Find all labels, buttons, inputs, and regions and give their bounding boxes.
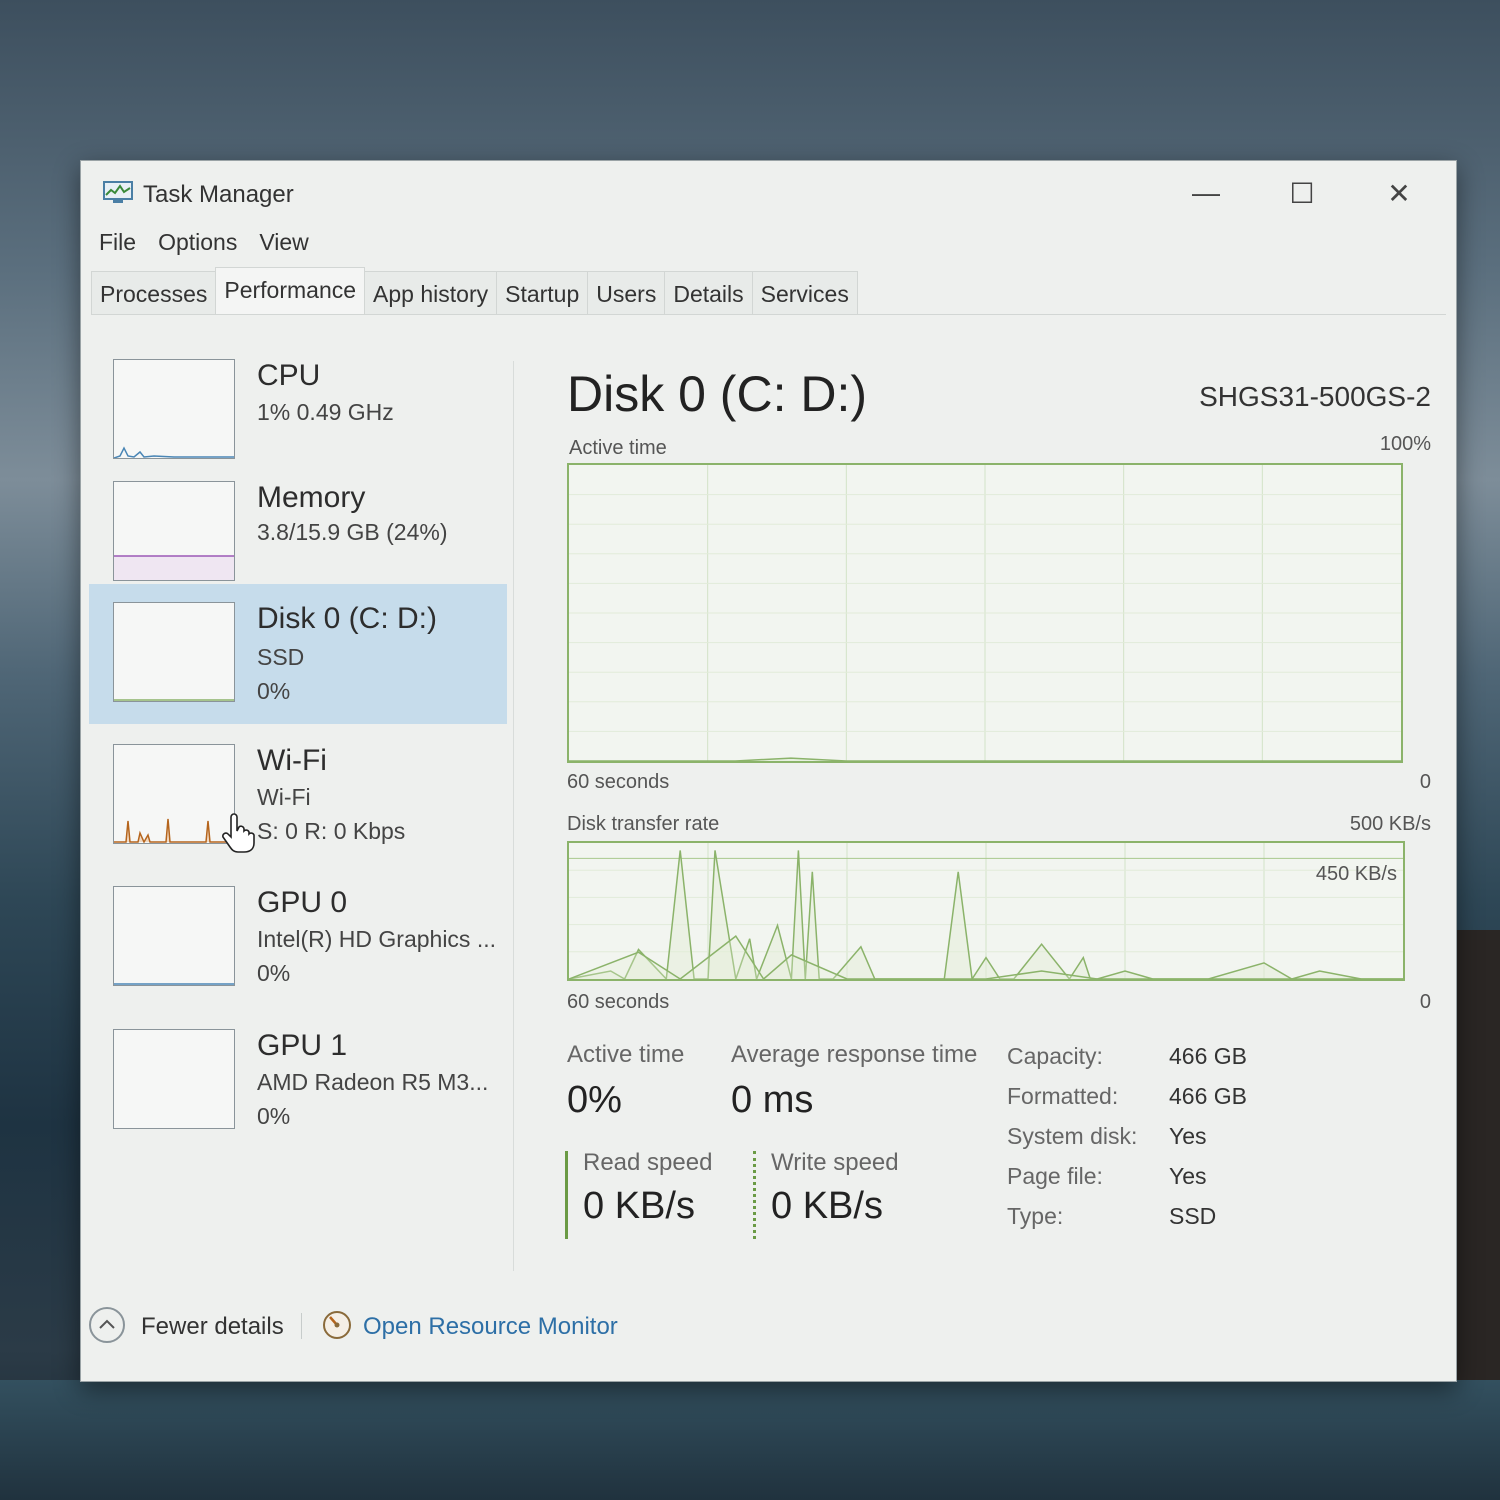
tab-services[interactable]: Services <box>751 271 858 314</box>
sidebar-item-title: Wi-Fi <box>257 744 327 777</box>
task-manager-icon <box>103 181 133 203</box>
gpu0-thumb-graph <box>114 983 234 985</box>
sidebar-item-title: GPU 0 <box>257 886 348 919</box>
sidebar-item-title: GPU 1 <box>257 1029 348 1062</box>
system-disk-value: Yes <box>1169 1123 1207 1149</box>
sidebar-item-detail: Intel(R) HD Graphics ... <box>257 926 496 952</box>
type-value: SSD <box>1169 1203 1217 1229</box>
sidebar-item-memory[interactable]: Memory 3.8/15.9 GB (24%) <box>89 463 507 603</box>
wallpaper-water <box>0 1380 1500 1500</box>
transfer-rate-chart-label: Disk transfer rate <box>567 813 720 835</box>
capacity-value: 466 GB <box>1169 1043 1247 1069</box>
transfer-rate-chart-max: 500 KB/s <box>1349 813 1431 835</box>
chevron-up-icon[interactable] <box>89 1307 125 1343</box>
sidebar-item-detail: 1% 0.49 GHz <box>257 399 394 425</box>
sidebar-divider <box>513 361 514 1271</box>
window-title: Task Manager <box>143 181 294 208</box>
transfer-rate-chart: 450 KB/s <box>567 841 1405 981</box>
write-speed-bar <box>753 1151 756 1239</box>
active-time-stat-value: 0% <box>567 1079 622 1121</box>
footer-separator <box>301 1313 302 1339</box>
sidebar-item-title: Memory <box>257 481 366 514</box>
active-time-chart-label: Active time <box>569 437 667 459</box>
read-speed-value: 0 KB/s <box>583 1185 695 1227</box>
tab-app-history[interactable]: App history <box>364 271 498 314</box>
sidebar-item-disk0[interactable]: Disk 0 (C: D:) SSD 0% <box>89 584 507 724</box>
tab-divider <box>91 314 1446 315</box>
active-time-chart-max: 100% <box>1379 433 1431 455</box>
menu-options[interactable]: Options <box>156 229 249 256</box>
tab-startup[interactable]: Startup <box>496 271 589 314</box>
read-speed-label: Read speed <box>583 1149 713 1176</box>
disk0-thumbnail <box>113 602 235 702</box>
open-resource-monitor-link[interactable]: Open Resource Monitor <box>363 1313 618 1341</box>
close-button[interactable]: ✕ <box>1374 171 1424 215</box>
disk-thumb-graph <box>114 699 234 701</box>
avg-response-label: Average response time <box>731 1041 978 1068</box>
menu-file[interactable]: File <box>97 229 148 256</box>
transfer-rate-inner-label: 450 KB/s <box>1315 863 1397 885</box>
write-speed-label: Write speed <box>771 1149 899 1176</box>
sidebar-item-detail: 3.8/15.9 GB (24%) <box>257 519 448 545</box>
tab-performance[interactable]: Performance <box>215 267 366 315</box>
write-speed-value: 0 KB/s <box>771 1185 883 1227</box>
hand-cursor-icon <box>222 813 255 853</box>
tab-strip: Processes Performance App history Startu… <box>91 267 858 315</box>
resource-sidebar: CPU 1% 0.49 GHz Memory 3.8/15.9 GB (24%)… <box>89 341 509 1271</box>
avg-response-value: 0 ms <box>731 1079 814 1121</box>
cpu-thumb-graph <box>114 446 234 458</box>
disk-model: SHGS31-500GS-2 <box>1199 381 1431 412</box>
page-file-label: Page file: <box>1007 1163 1103 1189</box>
tab-users[interactable]: Users <box>587 271 666 314</box>
cpu-thumbnail <box>113 359 235 459</box>
maximize-button[interactable]: ☐ <box>1277 171 1327 215</box>
disk-title: Disk 0 (C: D:) <box>567 366 867 422</box>
title-bar[interactable]: Task Manager — ☐ ✕ <box>81 161 1456 221</box>
active-time-x-left: 60 seconds <box>567 771 670 793</box>
transfer-rate-x-left: 60 seconds <box>567 991 670 1013</box>
sidebar-item-gpu0[interactable]: GPU 0 Intel(R) HD Graphics ... 0% <box>89 868 507 1008</box>
fewer-details-link[interactable]: Fewer details <box>141 1313 284 1341</box>
task-manager-window: Task Manager — ☐ ✕ File Options View Pro… <box>80 160 1457 1382</box>
active-time-stat-label: Active time <box>567 1041 685 1068</box>
memory-thumb-graph <box>114 555 234 580</box>
formatted-label: Formatted: <box>1007 1083 1119 1109</box>
sidebar-item-usage: S: 0 R: 0 Kbps <box>257 818 406 844</box>
system-disk-label: System disk: <box>1007 1123 1138 1149</box>
wifi-thumb-graph <box>114 818 234 843</box>
disk-detail-panel: Disk 0 (C: D:) SHGS31-500GS-2 Active tim… <box>551 351 1431 1271</box>
sidebar-item-usage: 0% <box>257 960 291 986</box>
page-file-value: Yes <box>1169 1163 1207 1189</box>
sidebar-item-gpu1[interactable]: GPU 1 AMD Radeon R5 M3... 0% <box>89 1011 507 1151</box>
wifi-thumbnail <box>113 744 235 844</box>
sidebar-item-title: Disk 0 (C: D:) <box>257 602 437 635</box>
memory-thumbnail <box>113 481 235 581</box>
tab-processes[interactable]: Processes <box>91 271 217 314</box>
sidebar-item-cpu[interactable]: CPU 1% 0.49 GHz <box>89 341 507 481</box>
footer: Fewer details Open Resource Monitor <box>89 1301 789 1351</box>
active-time-x-right: 0 <box>1419 771 1431 793</box>
active-time-chart <box>567 463 1403 763</box>
resource-monitor-icon[interactable] <box>321 1309 353 1341</box>
transfer-rate-x-right: 0 <box>1419 991 1431 1013</box>
type-label: Type: <box>1007 1203 1064 1229</box>
tab-details[interactable]: Details <box>664 271 753 314</box>
capacity-label: Capacity: <box>1007 1043 1103 1069</box>
sidebar-item-detail: AMD Radeon R5 M3... <box>257 1069 489 1095</box>
gpu0-thumbnail <box>113 886 235 986</box>
sidebar-item-title: CPU <box>257 359 321 392</box>
minimize-button[interactable]: — <box>1181 171 1231 215</box>
sidebar-item-detail: Wi-Fi <box>257 784 311 810</box>
sidebar-item-detail: SSD <box>257 644 305 670</box>
sidebar-item-usage: 0% <box>257 678 291 704</box>
active-time-plot <box>569 465 1401 761</box>
sidebar-item-wifi[interactable]: Wi-Fi Wi-Fi S: 0 R: 0 Kbps <box>89 726 507 866</box>
read-speed-bar <box>565 1151 568 1239</box>
formatted-value: 466 GB <box>1169 1083 1247 1109</box>
transfer-rate-plot <box>569 843 1403 979</box>
sidebar-item-usage: 0% <box>257 1103 291 1129</box>
menu-view[interactable]: View <box>257 229 320 256</box>
gpu1-thumbnail <box>113 1029 235 1129</box>
menu-bar: File Options View <box>97 229 329 256</box>
